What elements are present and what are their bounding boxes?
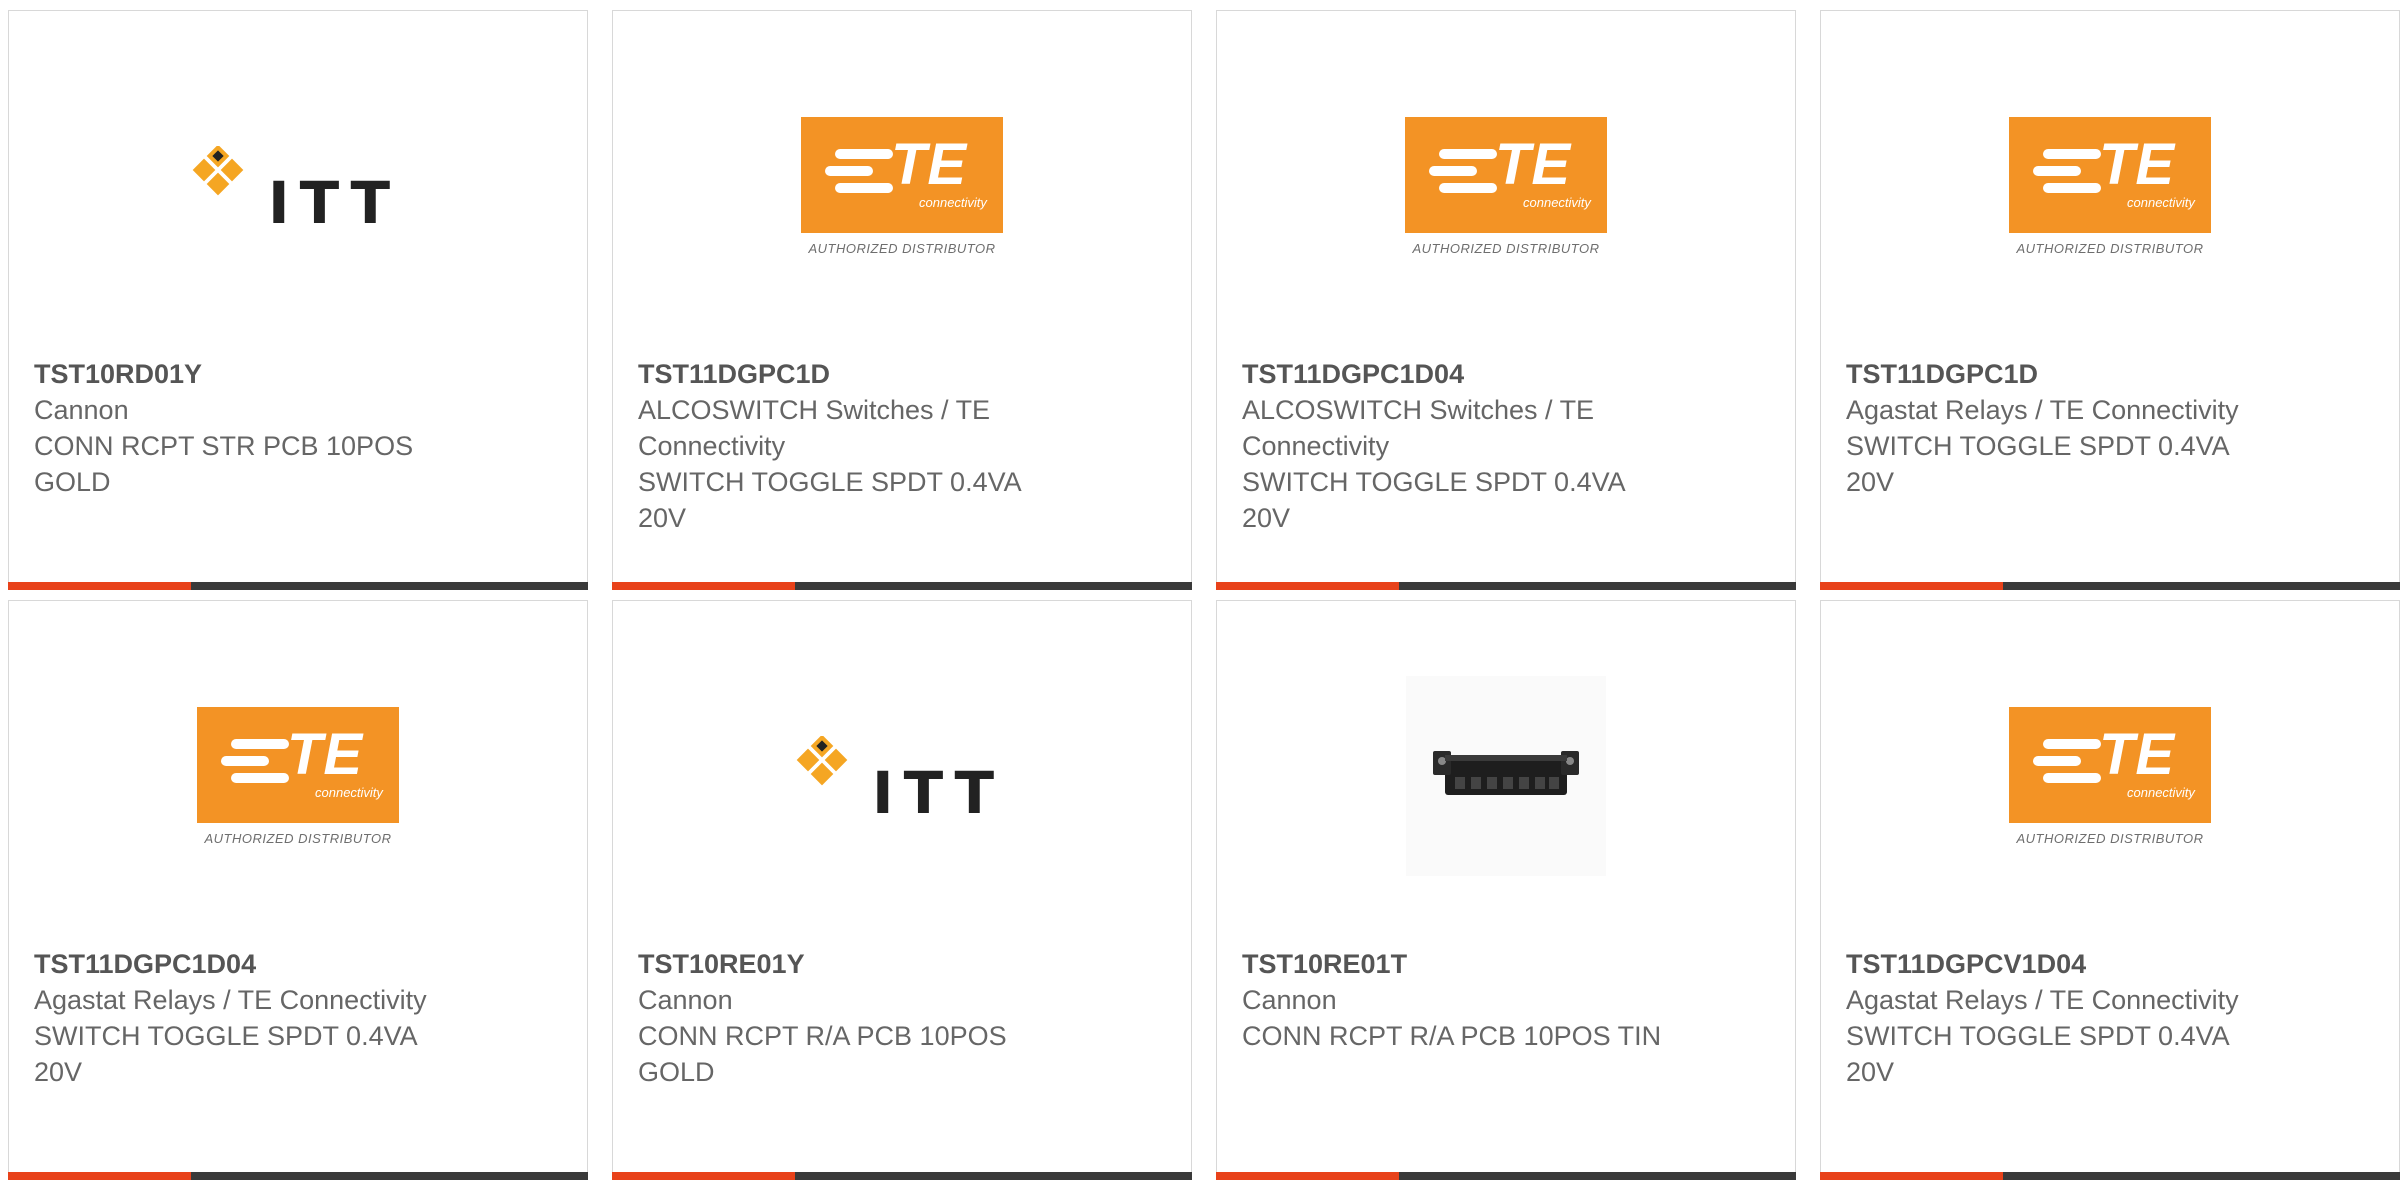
product-card[interactable]: ITT TST10RE01Y Cannon CONN RCPT R/A PCB … — [612, 600, 1192, 1180]
te-lines-icon — [2033, 148, 2101, 193]
card-bar — [1216, 582, 1796, 590]
card-bar — [612, 1172, 1192, 1180]
part-number[interactable]: TST11DGPC1D04 — [34, 946, 454, 982]
manufacturer: Agastat Relays / TE Connectivity — [34, 985, 427, 1015]
part-number[interactable]: TST11DGPCV1D04 — [1846, 946, 2266, 982]
product-card[interactable]: TE connectivity AUTHORIZED DISTRIBUTOR T… — [8, 600, 588, 1180]
card-bar — [1820, 582, 2400, 590]
itt-logo: ITT — [613, 696, 1191, 856]
card-bar — [8, 1172, 588, 1180]
manufacturer: Agastat Relays / TE Connectivity — [1846, 395, 2239, 425]
manufacturer: Agastat Relays / TE Connectivity — [1846, 985, 2239, 1015]
card-bar — [1216, 1172, 1796, 1180]
part-number[interactable]: TST10RE01Y — [638, 946, 1058, 982]
description: SWITCH TOGGLE SPDT 0.4VA 20V — [1846, 1021, 2229, 1087]
te-logo: TE connectivity AUTHORIZED DISTRIBUTOR — [613, 106, 1191, 266]
description: SWITCH TOGGLE SPDT 0.4VA 20V — [1242, 467, 1625, 533]
description: SWITCH TOGGLE SPDT 0.4VA 20V — [34, 1021, 417, 1087]
manufacturer: Cannon — [1242, 985, 1337, 1015]
te-lines-icon — [221, 738, 289, 783]
part-number[interactable]: TST11DGPC1D — [1846, 356, 2266, 392]
product-card[interactable]: TE connectivity AUTHORIZED DISTRIBUTOR T… — [1820, 600, 2400, 1180]
part-number[interactable]: TST10RD01Y — [34, 356, 454, 392]
manufacturer: ALCOSWITCH Switches / TE Connectivity — [1242, 395, 1595, 461]
product-card[interactable]: TE connectivity AUTHORIZED DISTRIBUTOR T… — [1216, 10, 1796, 590]
product-card[interactable]: TE connectivity AUTHORIZED DISTRIBUTOR T… — [612, 10, 1192, 590]
card-bar — [8, 582, 588, 590]
part-number[interactable]: TST11DGPC1D — [638, 356, 1058, 392]
product-card[interactable]: TST10RE01T Cannon CONN RCPT R/A PCB 10PO… — [1216, 600, 1796, 1180]
card-bar — [612, 582, 1192, 590]
te-logo: TE connectivity AUTHORIZED DISTRIBUTOR — [1821, 696, 2399, 856]
description: CONN RCPT STR PCB 10POS GOLD — [34, 431, 414, 497]
description: CONN RCPT R/A PCB 10POS GOLD — [638, 1021, 1007, 1087]
part-number[interactable]: TST10RE01T — [1242, 946, 1662, 982]
manufacturer: Cannon — [34, 395, 129, 425]
description: SWITCH TOGGLE SPDT 0.4VA 20V — [1846, 431, 2229, 497]
te-lines-icon — [2033, 738, 2101, 783]
part-number[interactable]: TST11DGPC1D04 — [1242, 356, 1662, 392]
connector-icon — [1433, 751, 1579, 795]
te-logo: TE connectivity AUTHORIZED DISTRIBUTOR — [1821, 106, 2399, 266]
manufacturer: Cannon — [638, 985, 733, 1015]
te-logo: TE connectivity AUTHORIZED DISTRIBUTOR — [1217, 106, 1795, 266]
connector-photo — [1217, 676, 1795, 876]
itt-emblem-icon — [192, 146, 244, 196]
te-lines-icon — [1429, 148, 1497, 193]
te-lines-icon — [825, 148, 893, 193]
manufacturer: ALCOSWITCH Switches / TE Connectivity — [638, 395, 991, 461]
itt-emblem-icon — [796, 736, 848, 786]
product-card[interactable]: TE connectivity AUTHORIZED DISTRIBUTOR T… — [1820, 10, 2400, 590]
description: SWITCH TOGGLE SPDT 0.4VA 20V — [638, 467, 1021, 533]
card-bar — [1820, 1172, 2400, 1180]
itt-logo: ITT — [9, 106, 587, 266]
product-card[interactable]: ITT TST10RD01Y Cannon CONN RCPT STR PCB … — [8, 10, 588, 590]
description: CONN RCPT R/A PCB 10POS TIN — [1242, 1021, 1662, 1051]
te-logo: TE connectivity AUTHORIZED DISTRIBUTOR — [9, 696, 587, 856]
